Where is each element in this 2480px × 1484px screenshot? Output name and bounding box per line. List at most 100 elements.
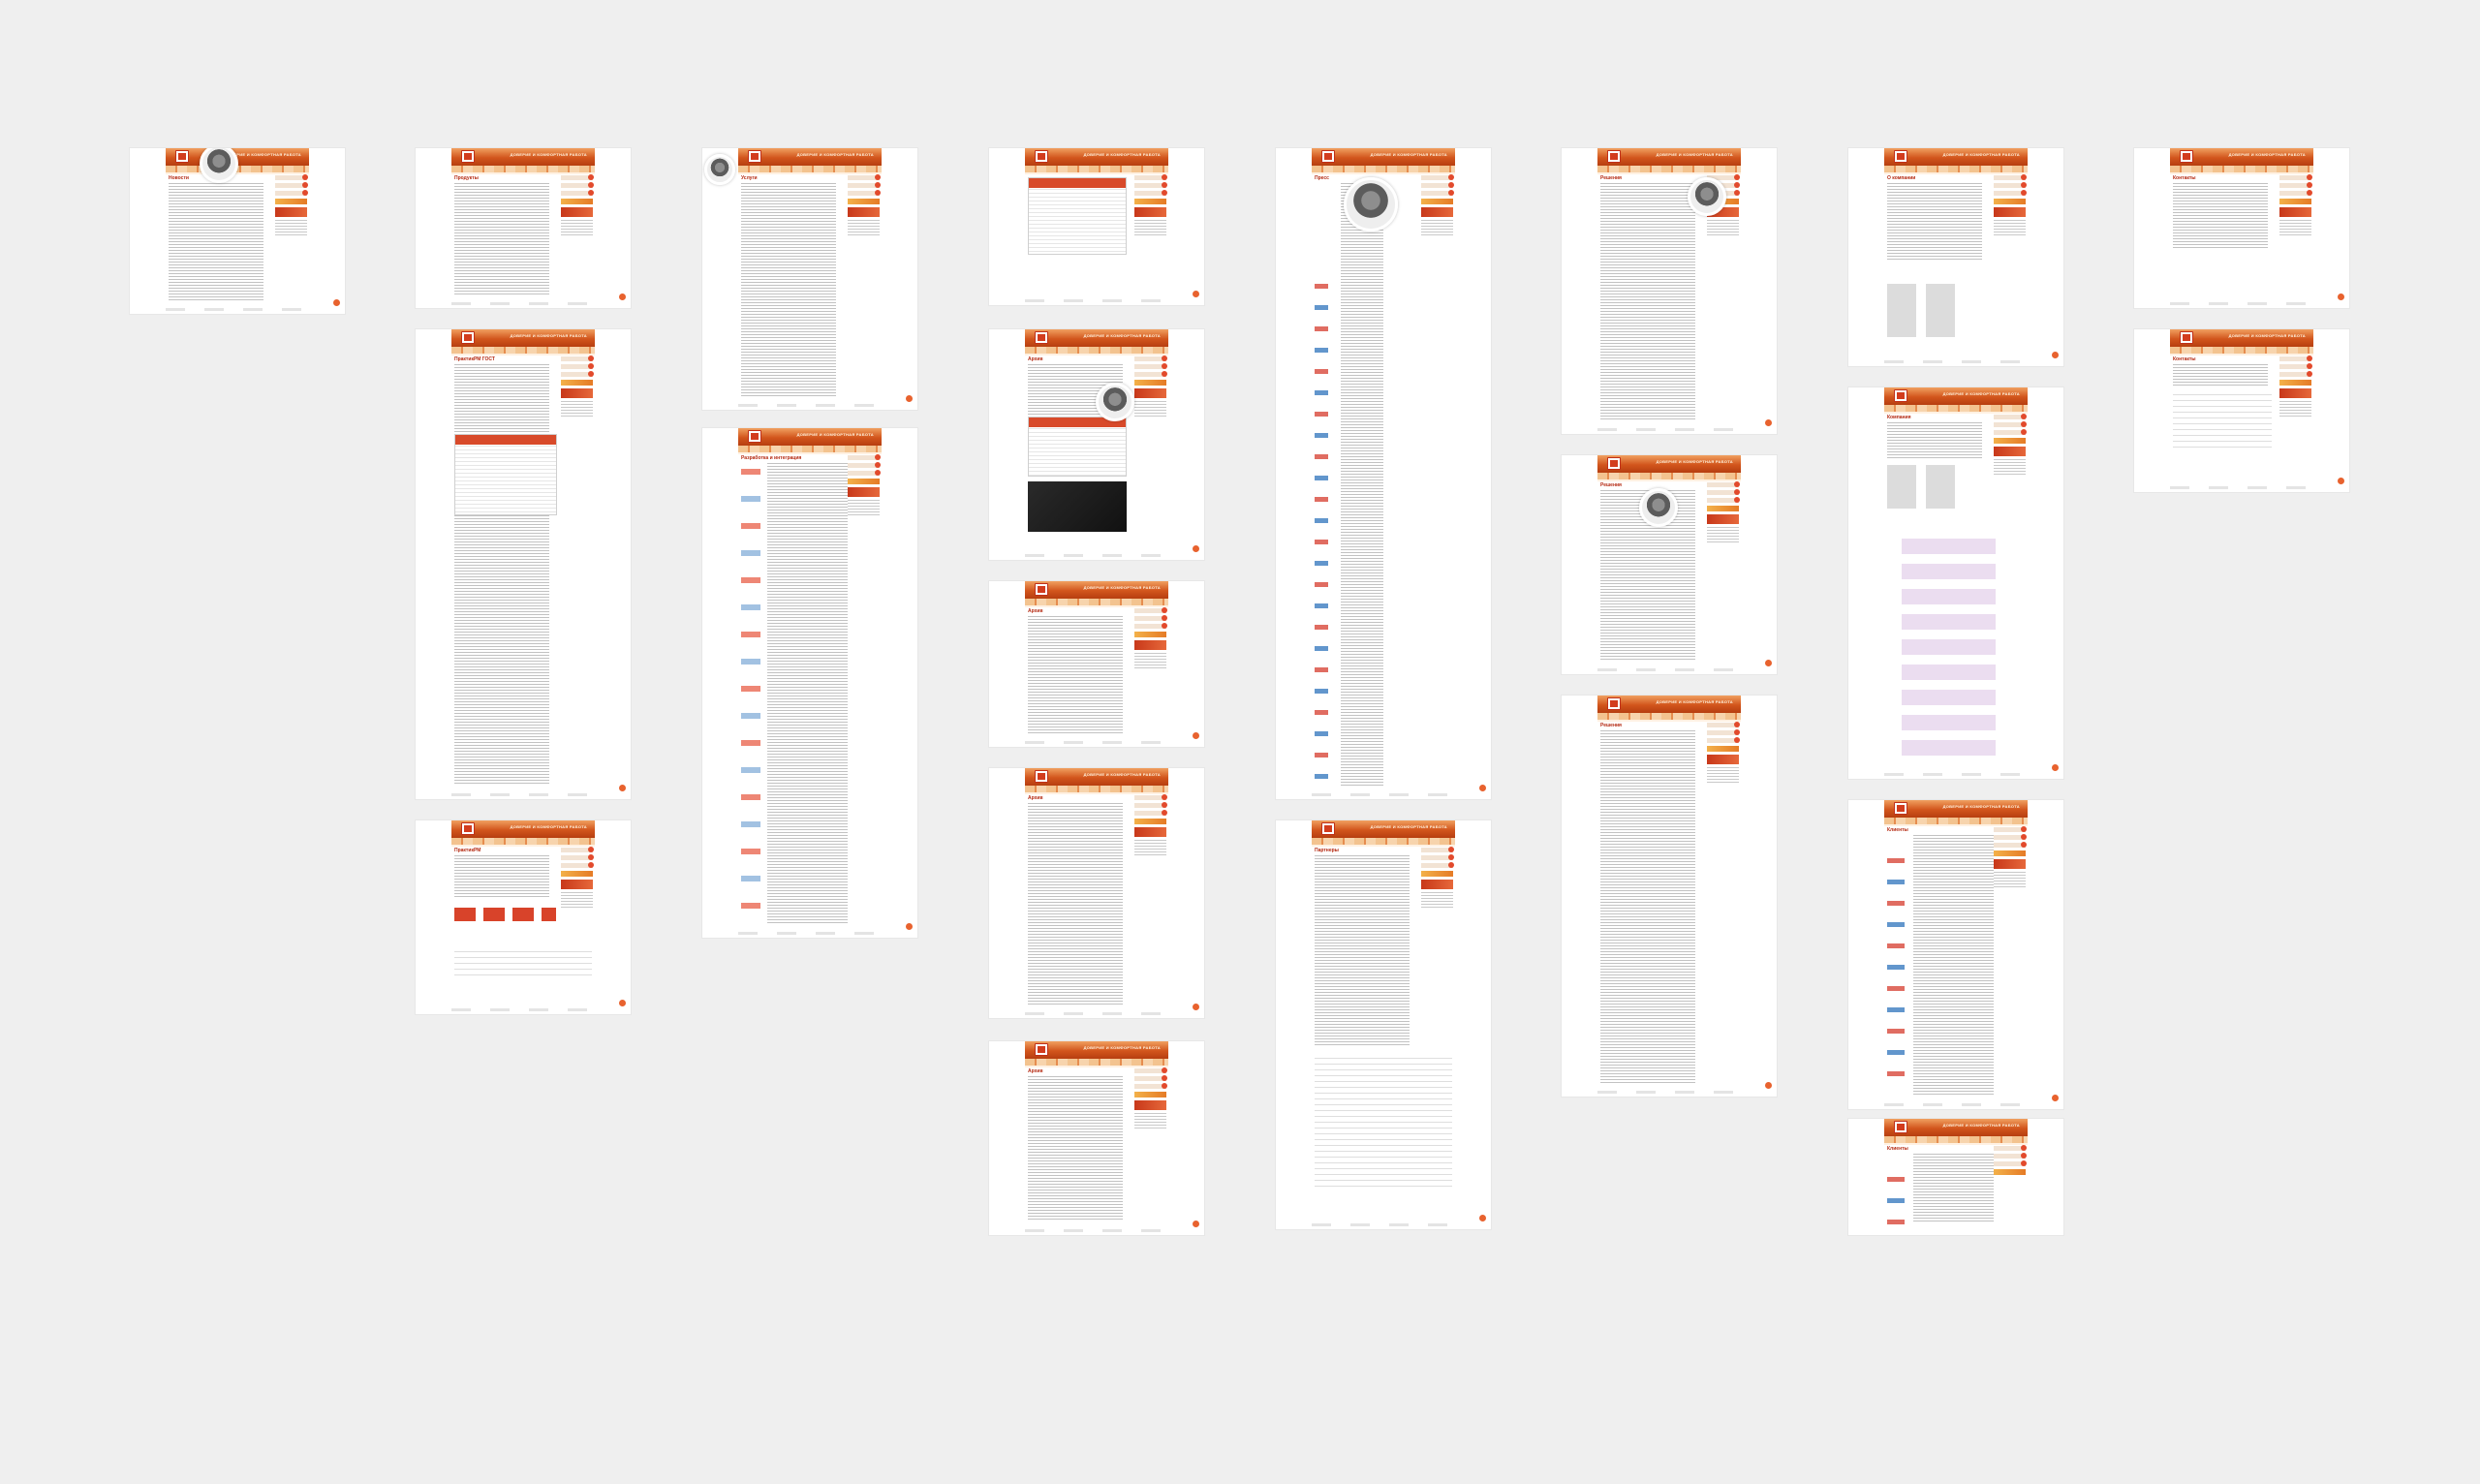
main-nav[interactable] <box>1025 1059 1168 1066</box>
page-practicrm-gost[interactable]: ДОВЕРИЕ И КОМФОРТНАЯ РАБОТА ПрактикРМ ГО… <box>416 329 631 799</box>
logo-icon[interactable] <box>2180 331 2193 344</box>
logo-icon[interactable] <box>1035 770 1048 783</box>
scroll-top-icon[interactable] <box>1765 1082 1772 1089</box>
page-development[interactable]: ДОВЕРИЕ И КОМФОРТНАЯ РАБОТА Разработка и… <box>702 428 917 938</box>
logo-icon[interactable] <box>1894 150 1907 163</box>
logo-icon[interactable] <box>461 331 475 344</box>
logo-icon[interactable] <box>1321 150 1335 163</box>
scroll-top-icon[interactable] <box>906 395 913 402</box>
main-nav[interactable] <box>451 838 595 845</box>
main-nav[interactable] <box>1025 599 1168 605</box>
logo-icon[interactable] <box>1894 1121 1907 1133</box>
logo-icon[interactable] <box>175 150 189 163</box>
scroll-top-icon[interactable] <box>1193 291 1199 297</box>
page-archive-3[interactable]: ДОВЕРИЕ И КОМФОРТНАЯ РАБОТА Архив <box>989 768 1204 1018</box>
scroll-top-icon[interactable] <box>1193 545 1199 552</box>
page-archive-2[interactable]: ДОВЕРИЕ И КОМФОРТНАЯ РАБОТА Архив <box>989 581 1204 747</box>
diplomas-grid[interactable] <box>1902 533 1996 759</box>
certificates[interactable] <box>1887 284 1955 337</box>
page-company[interactable]: ДОВЕРИЕ И КОМФОРТНАЯ РАБОТА Компания <box>1848 387 2063 779</box>
main-nav[interactable] <box>1025 786 1168 792</box>
main-nav[interactable] <box>1597 473 1741 479</box>
page-press[interactable]: ДОВЕРИЕ И КОМФОРТНАЯ РАБОТА Пресс <box>1276 148 1491 799</box>
scroll-top-icon[interactable] <box>2052 1095 2059 1101</box>
partner-form[interactable] <box>1315 1053 1452 1189</box>
slogan: ДОВЕРИЕ И КОМФОРТНАЯ РАБОТА <box>1656 699 1733 704</box>
main-nav[interactable] <box>738 166 882 172</box>
page-services[interactable]: ДОВЕРИЕ И КОМФОРТНАЯ РАБОТА Услуги <box>702 148 917 410</box>
logo-icon[interactable] <box>461 822 475 835</box>
main-nav[interactable] <box>1312 838 1455 845</box>
logo-icon[interactable] <box>1607 150 1621 163</box>
scroll-top-icon[interactable] <box>906 923 913 930</box>
main-nav[interactable] <box>1884 818 2028 824</box>
scroll-top-icon[interactable] <box>1193 732 1199 739</box>
main-nav[interactable] <box>1025 347 1168 354</box>
page-practicrm[interactable]: ДОВЕРИЕ И КОМФОРТНАЯ РАБОТА ПрактикРМ <box>416 820 631 1014</box>
slogan: ДОВЕРИЕ И КОМФОРТНАЯ РАБОТА <box>510 824 587 829</box>
logo-icon[interactable] <box>1035 331 1048 344</box>
scroll-top-icon[interactable] <box>619 294 626 300</box>
logo-icon[interactable] <box>1607 697 1621 710</box>
page-archive-1[interactable]: ДОВЕРИЕ И КОМФОРТНАЯ РАБОТА Архив <box>989 329 1204 560</box>
scroll-top-icon[interactable] <box>2052 764 2059 771</box>
page-solutions-2[interactable]: ДОВЕРИЕ И КОМФОРТНАЯ РАБОТА Решения <box>1562 455 1777 674</box>
slogan: ДОВЕРИЕ И КОМФОРТНАЯ РАБОТА <box>510 152 587 157</box>
site-header: ДОВЕРИЕ И КОМФОРТНАЯ РАБОТА <box>1597 455 1741 473</box>
logo-icon[interactable] <box>748 430 761 443</box>
logo-icon[interactable] <box>2180 150 2193 163</box>
main-nav[interactable] <box>738 446 882 452</box>
contact-form[interactable] <box>2173 389 2272 448</box>
scroll-top-icon[interactable] <box>619 785 626 791</box>
page-clients-2[interactable]: ДОВЕРИЕ И КОМФОРТНАЯ РАБОТА Клиенты <box>1848 1119 2063 1235</box>
main-nav[interactable] <box>1884 166 2028 172</box>
page-news[interactable]: ДОВЕРИЕ И КОМФОРТНАЯ РАБОТА Новости <box>130 148 345 314</box>
scroll-top-icon[interactable] <box>333 299 340 306</box>
logo-icon[interactable] <box>1035 583 1048 596</box>
logo-icon[interactable] <box>748 150 761 163</box>
product-tiles[interactable] <box>454 908 556 921</box>
scroll-top-icon[interactable] <box>1765 419 1772 426</box>
page-archive-4[interactable]: ДОВЕРИЕ И КОМФОРТНАЯ РАБОТА Архив <box>989 1041 1204 1235</box>
scroll-top-icon[interactable] <box>2338 294 2344 300</box>
main-nav[interactable] <box>1312 166 1455 172</box>
scroll-top-icon[interactable] <box>1193 1004 1199 1010</box>
main-nav[interactable] <box>1025 166 1168 172</box>
footer <box>1025 1012 1168 1015</box>
page-contacts-2[interactable]: ДОВЕРИЕ И КОМФОРТНАЯ РАБОТА Контакты <box>2134 329 2349 492</box>
main-nav[interactable] <box>1884 405 2028 412</box>
scroll-top-icon[interactable] <box>1479 1215 1486 1221</box>
page-solutions-1[interactable]: ДОВЕРИЕ И КОМФОРТНАЯ РАБОТА Решения <box>1562 148 1777 434</box>
main-nav[interactable] <box>2170 166 2313 172</box>
main-nav[interactable] <box>1884 1136 2028 1143</box>
media-logos <box>1315 284 1328 780</box>
page-contacts-1[interactable]: ДОВЕРИЕ И КОМФОРТНАЯ РАБОТА Контакты <box>2134 148 2349 308</box>
scroll-top-icon[interactable] <box>2052 352 2059 358</box>
certificates[interactable] <box>1887 465 1955 509</box>
logo-icon[interactable] <box>461 150 475 163</box>
scroll-top-icon[interactable] <box>1765 660 1772 666</box>
page-about[interactable]: ДОВЕРИЕ И КОМФОРТНАЯ РАБОТА О компании <box>1848 148 2063 366</box>
scroll-top-icon[interactable] <box>619 1000 626 1006</box>
main-nav[interactable] <box>1597 713 1741 720</box>
page-clients-1[interactable]: ДОВЕРИЕ И КОМФОРТНАЯ РАБОТА Клиенты <box>1848 800 2063 1109</box>
promo-banner[interactable] <box>1028 481 1127 532</box>
sidebar <box>1707 481 1740 544</box>
scroll-top-icon[interactable] <box>1193 1221 1199 1227</box>
main-nav[interactable] <box>451 347 595 354</box>
logo-icon[interactable] <box>1894 389 1907 402</box>
logo-icon[interactable] <box>1607 457 1621 470</box>
logo-icon[interactable] <box>1035 150 1048 163</box>
page-partners[interactable]: ДОВЕРИЕ И КОМФОРТНАЯ РАБОТА Партнеры <box>1276 820 1491 1229</box>
main-nav[interactable] <box>1597 166 1741 172</box>
logo-icon[interactable] <box>1035 1043 1048 1056</box>
scroll-top-icon[interactable] <box>2338 478 2344 484</box>
page-solutions-3[interactable]: ДОВЕРИЕ И КОМФОРТНАЯ РАБОТА Решения <box>1562 696 1777 1097</box>
scroll-top-icon[interactable] <box>1479 785 1486 791</box>
main-nav[interactable] <box>451 166 595 172</box>
logo-icon[interactable] <box>1894 802 1907 815</box>
main-nav[interactable] <box>2170 347 2313 354</box>
logo-icon[interactable] <box>1321 822 1335 835</box>
page-products[interactable]: ДОВЕРИЕ И КОМФОРТНАЯ РАБОТА Продукты <box>416 148 631 308</box>
page-screen[interactable]: ДОВЕРИЕ И КОМФОРТНАЯ РАБОТА <box>989 148 1204 305</box>
